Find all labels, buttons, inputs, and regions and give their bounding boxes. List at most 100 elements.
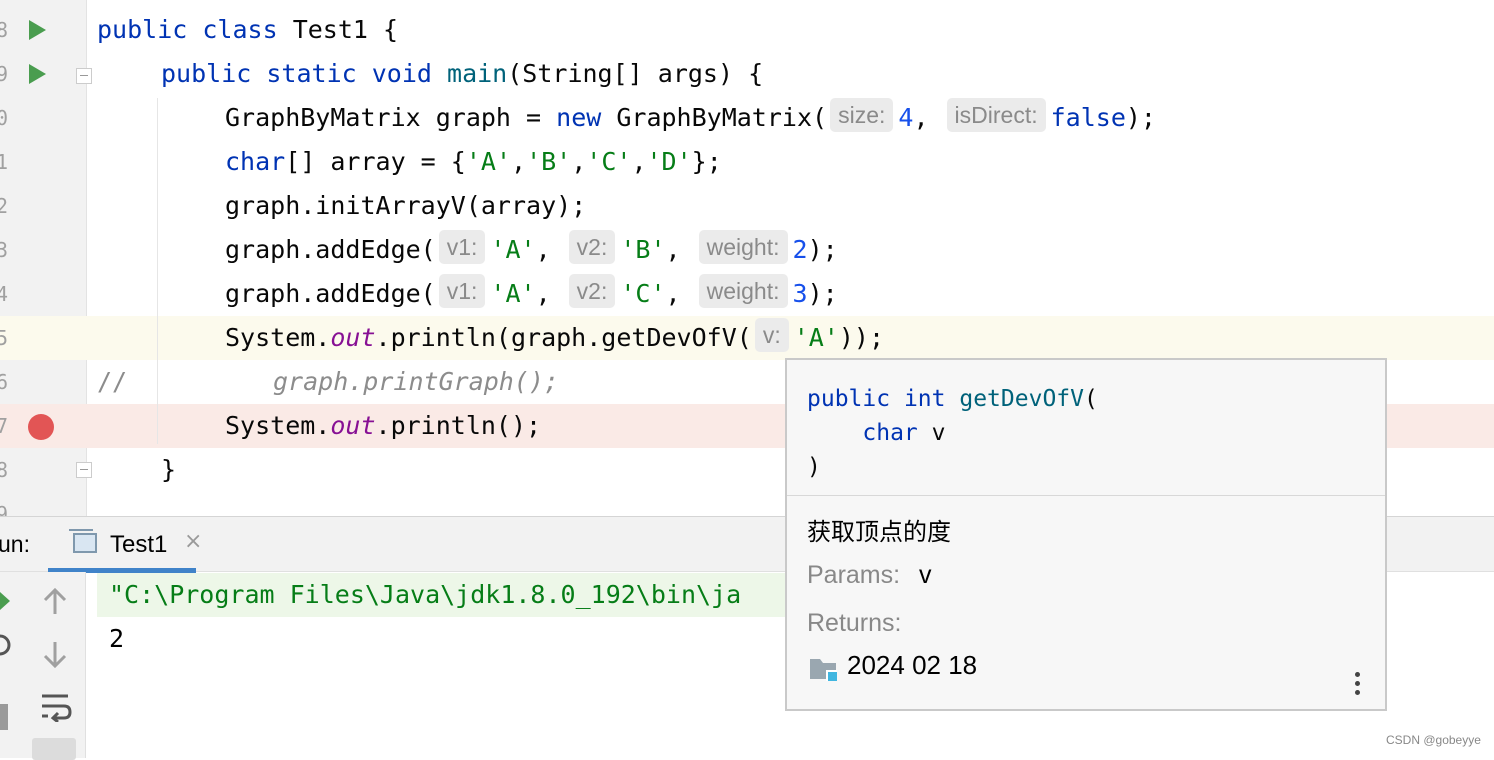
code-line: }	[161, 448, 176, 492]
keyword: class	[202, 15, 278, 44]
close-icon[interactable]: ×	[184, 529, 202, 554]
source-location[interactable]: 2024 02 18	[847, 650, 977, 681]
current-line-gutter-highlight	[0, 316, 86, 360]
line-number: 9	[0, 62, 9, 86]
quick-documentation-popup: public int getDevOfV( char v ) 获取顶点的度 Pa…	[785, 358, 1387, 711]
string-literal: 'A'	[490, 235, 536, 264]
code-text: graph.addEdge(	[225, 235, 436, 264]
code-text: System.	[225, 411, 331, 440]
keyword: public	[807, 386, 891, 412]
tab-label: Test1	[110, 531, 168, 558]
param-hint: v2:	[568, 230, 616, 264]
code-text: ));	[838, 323, 885, 352]
side-button-icon[interactable]	[0, 704, 8, 730]
keyword: static	[266, 59, 357, 88]
string-literal: 'A'	[465, 147, 511, 176]
code-line: System.out.println(graph.getDevOfV(v: 'A'…	[225, 316, 884, 360]
string-literal: 'A'	[490, 279, 536, 308]
keyword: int	[903, 386, 946, 412]
tab-test1[interactable]: Test1 ×	[48, 517, 202, 573]
static-field: out	[330, 411, 376, 440]
down-arrow-icon[interactable]	[42, 640, 68, 668]
line-number: 4	[0, 282, 9, 306]
code-text: GraphByMatrix graph =	[225, 103, 557, 132]
console-window-icon	[69, 529, 97, 553]
code-line: graph.addEdge(v1: 'A', v2: 'C', weight: 3);	[225, 272, 838, 316]
line-number: 2	[0, 194, 9, 218]
run-main-icon[interactable]	[29, 64, 46, 84]
code-text: )	[807, 454, 821, 480]
console-command-line: "C:\Program Files\Java\jdk1.8.0_192\bin\…	[97, 573, 787, 617]
up-arrow-icon[interactable]	[42, 588, 68, 616]
keyword: false	[1050, 103, 1126, 132]
scroll-to-end-icon[interactable]	[32, 738, 76, 760]
code-text: }	[161, 455, 177, 484]
returns-label: Returns:	[807, 609, 902, 637]
keyword: void	[371, 59, 432, 88]
number-literal: 4	[898, 103, 914, 132]
code-text: System.	[225, 323, 331, 352]
param-hint: isDirect:	[946, 98, 1046, 132]
line-number: 6	[0, 370, 9, 394]
code-text: .println(graph.getDevOfV(	[375, 323, 752, 352]
code-line: //	[97, 360, 127, 404]
method-name: main	[447, 59, 508, 88]
line-number: 8	[0, 458, 9, 482]
keyword: public	[161, 59, 252, 88]
string-literal: 'B'	[620, 235, 666, 264]
static-field: out	[330, 323, 376, 352]
breakpoint-icon[interactable]	[28, 414, 54, 440]
code-text: );	[1125, 103, 1156, 132]
string-literal: 'D'	[646, 147, 692, 176]
number-literal: 2	[792, 235, 808, 264]
keyword: public	[97, 15, 188, 44]
run-class-icon[interactable]	[29, 20, 46, 40]
code-line: graph.printGraph();	[273, 360, 559, 404]
param-hint: weight:	[698, 274, 788, 308]
code-line: graph.addEdge(v1: 'A', v2: 'B', weight: 2);	[225, 228, 838, 272]
code-text: );	[807, 235, 838, 264]
code-line: graph.initArrayV(array);	[225, 184, 586, 228]
code-line: GraphByMatrix graph = new GraphByMatrix(…	[225, 96, 1156, 140]
toolbar-separator	[42, 686, 72, 687]
param-hint: v2:	[568, 274, 616, 308]
code-line: public static void main(String[] args) {	[161, 52, 763, 96]
fold-icon[interactable]	[76, 68, 92, 84]
code-line: public class Test1 {	[97, 8, 398, 52]
code-text: GraphByMatrix(	[601, 103, 828, 132]
param-hint: v1:	[438, 230, 486, 264]
code-text: ,	[535, 279, 566, 308]
soft-wrap-icon[interactable]	[40, 692, 72, 722]
param-hint: weight:	[698, 230, 788, 264]
keyword: new	[556, 103, 602, 132]
more-options-icon[interactable]	[1355, 672, 1361, 700]
line-number: 1	[0, 150, 9, 174]
line-number: 5	[0, 326, 9, 350]
console-output: 2	[109, 624, 125, 653]
code-text: ,	[665, 235, 696, 264]
method-name[interactable]: getDevOfV	[959, 386, 1084, 412]
code-text: [] array = {	[285, 147, 466, 176]
string-literal: 'C'	[620, 279, 666, 308]
fold-icon[interactable]	[76, 462, 92, 478]
number-literal: 3	[792, 279, 808, 308]
code-line: char[] array = {'A','B','C','D'};	[225, 140, 722, 184]
code-text: ,	[571, 147, 587, 176]
stop-icon[interactable]	[0, 634, 12, 656]
code-text: ,	[665, 279, 696, 308]
line-number: 7	[0, 414, 9, 438]
params-value: v	[919, 561, 932, 589]
line-number: 8	[0, 18, 9, 42]
rerun-icon[interactable]	[0, 592, 10, 610]
param-hint: size:	[830, 98, 894, 132]
code-text: ,	[913, 103, 944, 132]
divider	[787, 495, 1385, 496]
line-number: 0	[0, 106, 9, 130]
param-name: v	[931, 420, 946, 446]
comment-text: graph.printGraph();	[273, 367, 559, 396]
string-literal: 'A'	[793, 323, 839, 352]
code-text: );	[807, 279, 838, 308]
code-text: graph.addEdge(	[225, 279, 436, 308]
code-text: ,	[535, 235, 566, 264]
method-description: 获取顶点的度	[807, 518, 951, 546]
